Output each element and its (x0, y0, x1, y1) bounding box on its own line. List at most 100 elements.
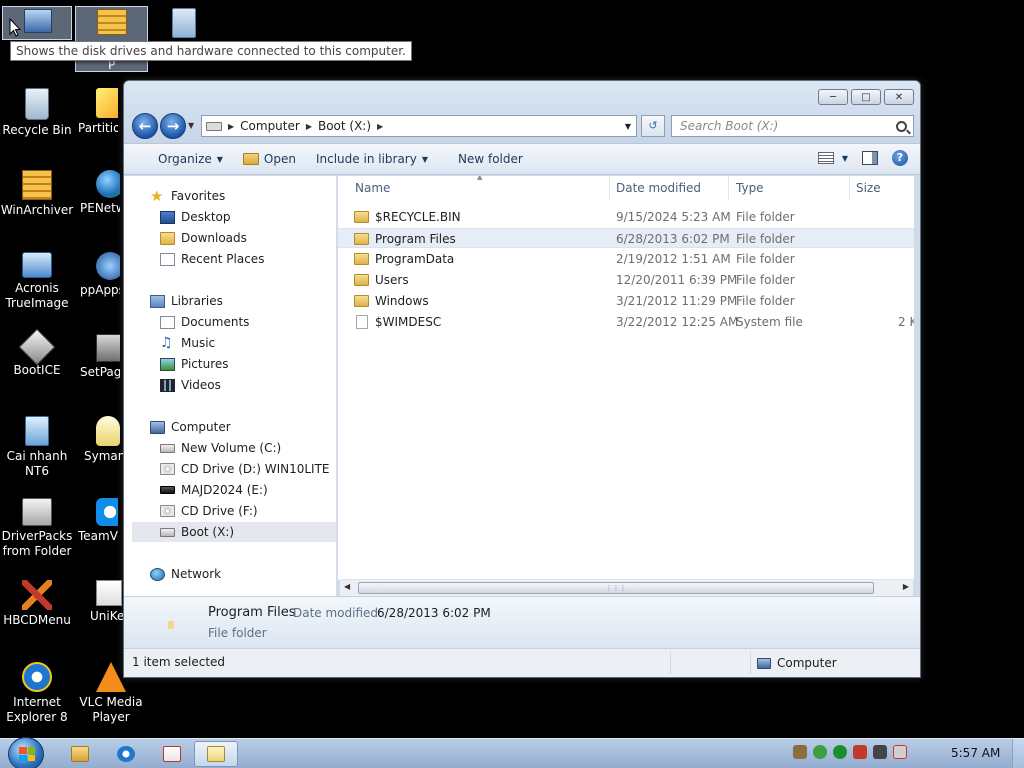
desktop-icon-setpage[interactable]: SetPage (80, 334, 120, 380)
nav-pictures[interactable]: Pictures (160, 354, 229, 374)
views-button[interactable]: ▼ (817, 152, 848, 164)
organize-button[interactable]: Organize ▼ (148, 152, 233, 166)
nav-label: New Volume (C:) (181, 441, 282, 455)
file-row[interactable]: Windows 3/21/2012 11:29 PM File folder (338, 291, 914, 311)
taskbar-app-button[interactable] (150, 741, 194, 767)
desktop-icon-cai-nhanh[interactable]: Cai nhanh NT6 (0, 416, 74, 479)
search-input[interactable]: Search Boot (X:) (671, 115, 914, 137)
scroll-left-icon[interactable]: ◀ (344, 582, 350, 591)
column-date-modified[interactable]: Date modified (616, 181, 701, 199)
scrollbar-thumb[interactable]: ⋮⋮⋮ (358, 582, 874, 594)
details-pane: Program Files Date modified: 6/28/2013 6… (124, 596, 920, 648)
desktop-icon-driverpacks[interactable]: DriverPacks from Folder (0, 498, 74, 559)
scroll-right-icon[interactable]: ▶ (903, 582, 909, 591)
tray-flag-icon[interactable] (853, 745, 867, 759)
window-titlebar[interactable]: ─ □ ✕ ← → ▼ ▶ Computer ▶ Boot (X:) ▶ ▼ ↺… (124, 81, 920, 143)
close-button[interactable]: ✕ (884, 89, 914, 105)
minimize-icon: ─ (829, 91, 837, 103)
recent-pages-dropdown[interactable]: ▼ (188, 121, 194, 130)
file-row[interactable]: ProgramData 2/19/2012 1:51 AM File folde… (338, 249, 914, 269)
teamviewer-icon (96, 498, 118, 526)
archive-icon (97, 9, 127, 35)
help-icon[interactable]: ? (892, 150, 908, 166)
file-row[interactable]: $WIMDESC 3/22/2012 12:25 AM System file … (338, 312, 914, 332)
file-row[interactable]: $RECYCLE.BIN 9/15/2024 5:23 AM File fold… (338, 207, 914, 227)
taskbar-explorer-button[interactable] (58, 741, 102, 767)
column-divider[interactable] (728, 176, 729, 200)
desktop-icon-symantec-ghost[interactable]: Syman Ghos (84, 416, 124, 464)
desktop-icon-label: DriverPacks from Folder (1, 529, 73, 558)
installer-icon[interactable] (172, 8, 196, 38)
desktop-icon-bootice[interactable]: BootICE (0, 328, 74, 378)
breadcrumb-separator-icon[interactable]: ▶ (377, 122, 383, 131)
start-button[interactable] (8, 737, 44, 768)
column-type[interactable]: Type (736, 181, 764, 199)
nav-documents[interactable]: Documents (160, 312, 249, 332)
back-button[interactable]: ← (132, 113, 158, 139)
address-bar[interactable]: ▶ Computer ▶ Boot (X:) ▶ ▼ (201, 115, 637, 137)
file-name: ProgramData (375, 252, 455, 266)
desktop-icon-ppapps[interactable]: ppAppsr (80, 252, 120, 298)
mouse-cursor-icon (9, 18, 21, 37)
network-icon (150, 567, 165, 581)
file-row-selected[interactable]: Program Files 6/28/2013 6:02 PM File fol… (338, 228, 914, 248)
tray-play-icon[interactable] (833, 745, 847, 759)
desktop-icon-acronis[interactable]: Acronis TrueImage (0, 252, 74, 311)
column-name[interactable]: Name (355, 181, 390, 199)
new-folder-button[interactable]: New folder (438, 152, 533, 166)
tray-shield-icon[interactable] (813, 745, 827, 759)
nav-drive-x[interactable]: Boot (X:) (132, 522, 336, 542)
preview-pane-icon[interactable] (862, 151, 878, 165)
taskbar-clock[interactable]: 5:57 AM (951, 746, 1000, 760)
nav-videos[interactable]: Videos (160, 375, 221, 395)
open-button[interactable]: Open (233, 152, 306, 166)
desktop-icon-recycle-bin[interactable]: Recycle Bin (0, 88, 74, 138)
desktop-icon-partition[interactable]: Partition (78, 88, 118, 136)
column-size[interactable]: Size (856, 181, 881, 199)
explorer-window[interactable]: ─ □ ✕ ← → ▼ ▶ Computer ▶ Boot (X:) ▶ ▼ ↺… (123, 80, 921, 678)
nav-music[interactable]: ♫ Music (160, 333, 215, 353)
recycle-bin-icon (25, 88, 49, 120)
nav-recent-places[interactable]: Recent Places (160, 249, 264, 269)
nav-drive-e[interactable]: MAJD2024 (E:) (160, 480, 268, 500)
tray-monitor-icon[interactable] (873, 745, 887, 759)
column-divider[interactable] (849, 176, 850, 200)
nav-desktop[interactable]: Desktop (160, 207, 231, 227)
file-name: $WIMDESC (375, 315, 442, 329)
column-divider[interactable] (609, 176, 610, 200)
show-desktop-button[interactable] (1012, 739, 1024, 768)
vlc-icon (96, 662, 126, 692)
tray-volume-muted-icon[interactable] (893, 745, 907, 759)
address-dropdown-icon[interactable]: ▼ (620, 122, 636, 131)
nav-favorites[interactable]: ★ Favorites (150, 186, 225, 206)
nav-drive-d[interactable]: CD Drive (D:) WIN10LITE (160, 459, 330, 479)
breadcrumb-boot[interactable]: Boot (X:) (312, 119, 377, 133)
tray-network-icon[interactable] (793, 745, 807, 759)
include-in-library-button[interactable]: Include in library ▼ (306, 152, 438, 166)
desktop-icon-winarchiver[interactable]: WinArchiver (0, 170, 74, 218)
desktop-icon-penetwork[interactable]: PENetw (80, 170, 120, 216)
file-row[interactable]: Users 12/20/2011 6:39 PM File folder (338, 270, 914, 290)
nav-network[interactable]: Network (150, 564, 221, 584)
nav-libraries[interactable]: Libraries (150, 291, 223, 311)
taskbar-ie-button[interactable] (104, 741, 148, 767)
desktop-icon-internet-explorer[interactable]: Internet Explorer 8 (0, 662, 74, 725)
desktop-icon-hbcdmenu[interactable]: HBCDMenu (0, 580, 74, 628)
minimize-button[interactable]: ─ (818, 89, 848, 105)
nav-drive-c[interactable]: New Volume (C:) (160, 438, 281, 458)
nav-downloads[interactable]: Downloads (160, 228, 247, 248)
search-icon[interactable] (896, 120, 907, 132)
file-modified: 3/21/2012 11:29 PM (616, 294, 738, 308)
nav-drive-f[interactable]: CD Drive (F:) (160, 501, 258, 521)
horizontal-scrollbar[interactable]: ◀ ⋮⋮⋮ ▶ (340, 579, 913, 596)
desktop-icon-teamviewer[interactable]: TeamVie (78, 498, 118, 544)
breadcrumb-computer[interactable]: Computer (234, 119, 306, 133)
navigation-pane: ★ Favorites Desktop Downloads Recent Plac… (124, 176, 337, 596)
refresh-button[interactable]: ↺ (641, 115, 665, 137)
taskbar-explorer-active-button[interactable] (194, 741, 238, 767)
nav-computer[interactable]: Computer (150, 417, 231, 437)
bootice-icon (18, 328, 56, 366)
file-type: System file (736, 315, 803, 329)
maximize-button[interactable]: □ (851, 89, 881, 105)
forward-button[interactable]: → (160, 113, 186, 139)
